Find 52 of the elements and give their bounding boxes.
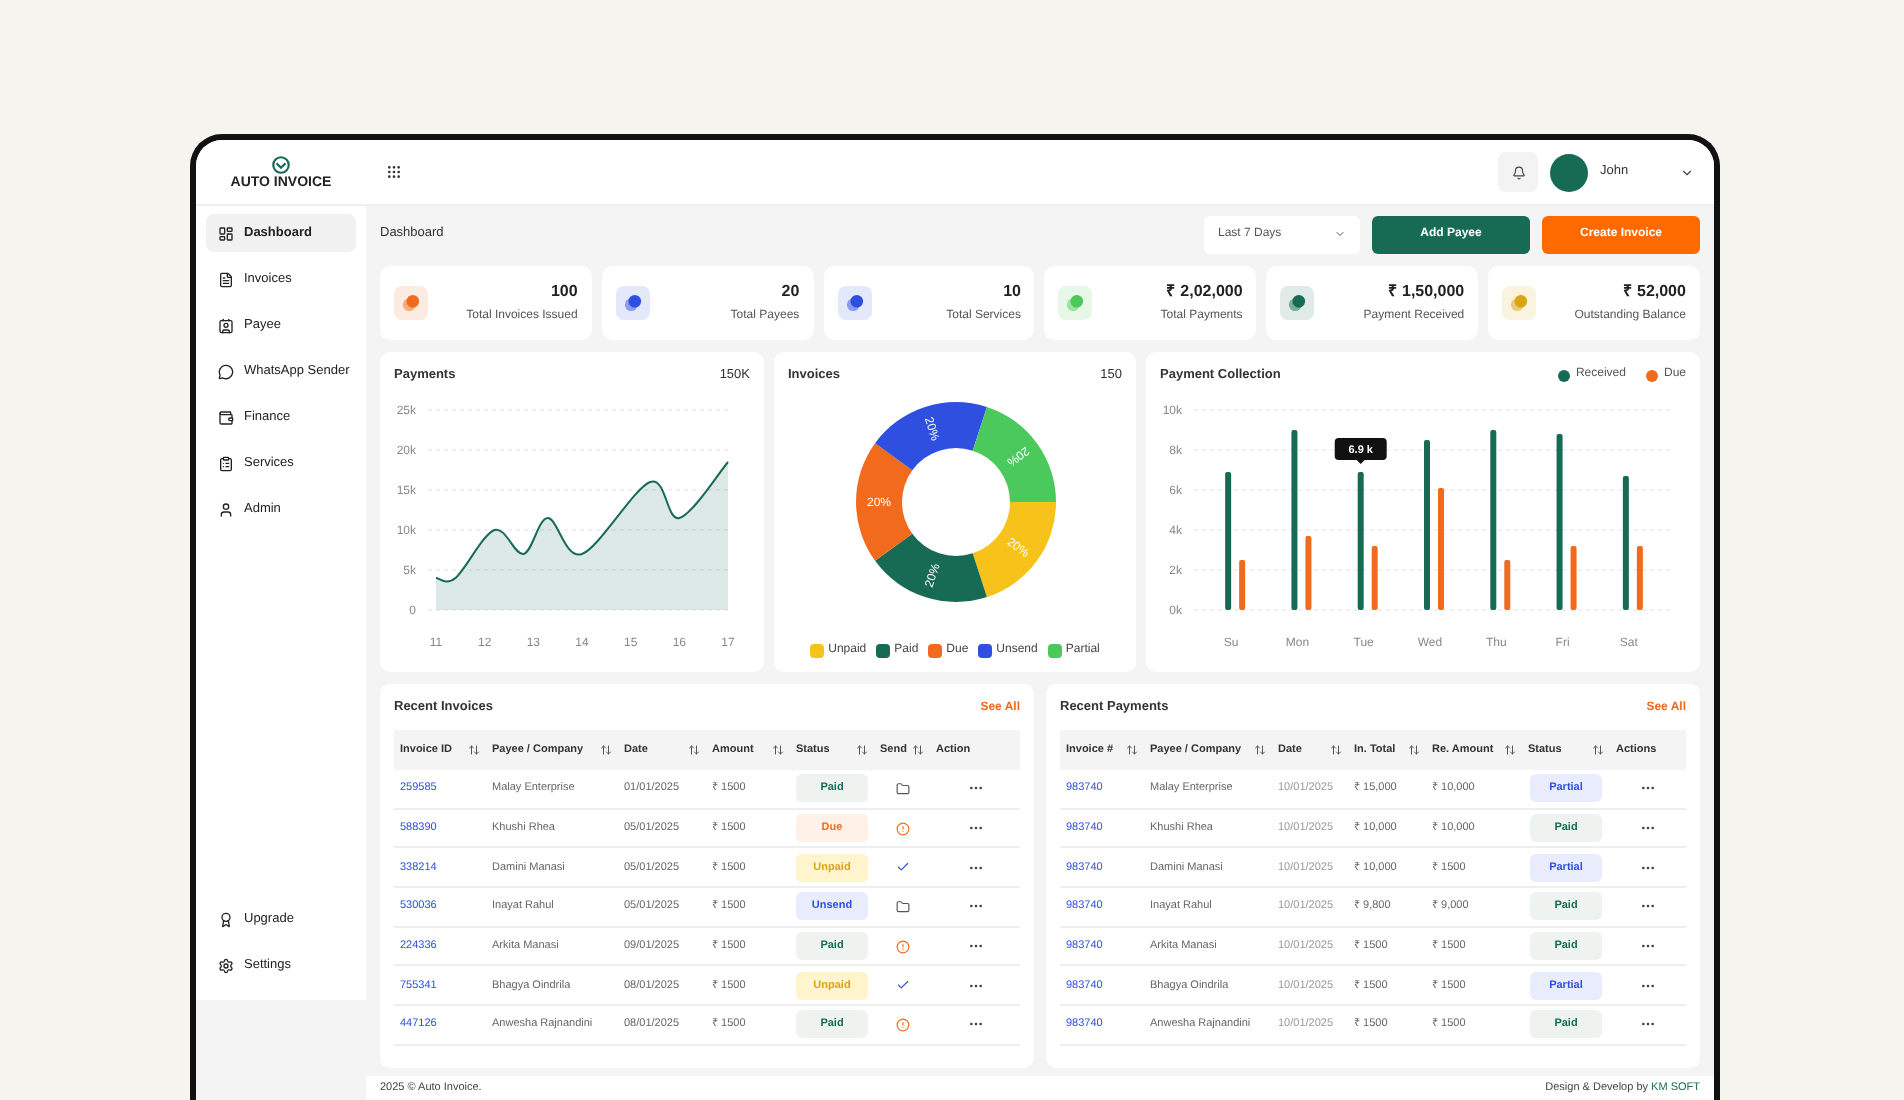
stat-value: 10 [1003, 280, 1021, 304]
sort-icon[interactable] [468, 744, 480, 756]
stat-value: 100 [550, 280, 578, 304]
sort-icon[interactable] [1592, 744, 1604, 756]
clipboard-icon [218, 455, 234, 471]
chevron-down-icon[interactable] [1680, 165, 1694, 179]
sort-icon[interactable] [772, 744, 784, 756]
logo-icon [272, 155, 290, 173]
bar [1239, 559, 1246, 610]
stat-value: 20 [781, 280, 800, 304]
dashboard-icon [218, 225, 234, 241]
user-icon [218, 501, 234, 517]
bar [1357, 471, 1364, 610]
stat-value: ₹ 52,000 [1622, 280, 1686, 304]
sort-icon[interactable] [1126, 744, 1138, 756]
blob-icon [1288, 294, 1307, 312]
blob-icon [1066, 294, 1085, 312]
sort-icon[interactable] [912, 744, 924, 756]
sort-icon[interactable] [1408, 744, 1420, 756]
blob-icon [623, 294, 642, 312]
sort-icon[interactable] [688, 744, 700, 756]
donut-slice [971, 406, 1055, 502]
bar [1305, 535, 1312, 610]
bar [1504, 559, 1511, 610]
contact-card-icon [218, 317, 234, 333]
stat-value: ₹ 1,50,000 [1387, 280, 1465, 304]
blob-icon [402, 294, 420, 312]
award-icon [218, 911, 234, 927]
chevron-down-icon [1334, 228, 1346, 240]
grid-menu-icon[interactable] [386, 164, 402, 180]
sort-icon[interactable] [1504, 744, 1516, 756]
blob-icon [1510, 294, 1529, 312]
bar [1438, 487, 1444, 610]
sort-icon[interactable] [1330, 744, 1342, 756]
chat-bubble-icon [218, 363, 234, 379]
blob-icon [845, 294, 864, 312]
settings-icon [218, 957, 234, 973]
sort-icon[interactable] [1254, 744, 1266, 756]
donut-slice [971, 501, 1055, 597]
bar [1636, 545, 1643, 610]
bar [1225, 471, 1232, 610]
bell-icon [1511, 165, 1525, 179]
bar [1371, 545, 1378, 610]
bar [1570, 545, 1577, 610]
sort-icon[interactable] [856, 744, 868, 756]
sort-icon[interactable] [600, 744, 612, 756]
wallet-icon [218, 409, 234, 425]
notification-button[interactable] [1498, 152, 1538, 192]
document-icon [218, 271, 234, 287]
avatar [1550, 153, 1588, 191]
stat-value: ₹ 2,02,000 [1165, 280, 1243, 304]
bar [1622, 475, 1629, 610]
